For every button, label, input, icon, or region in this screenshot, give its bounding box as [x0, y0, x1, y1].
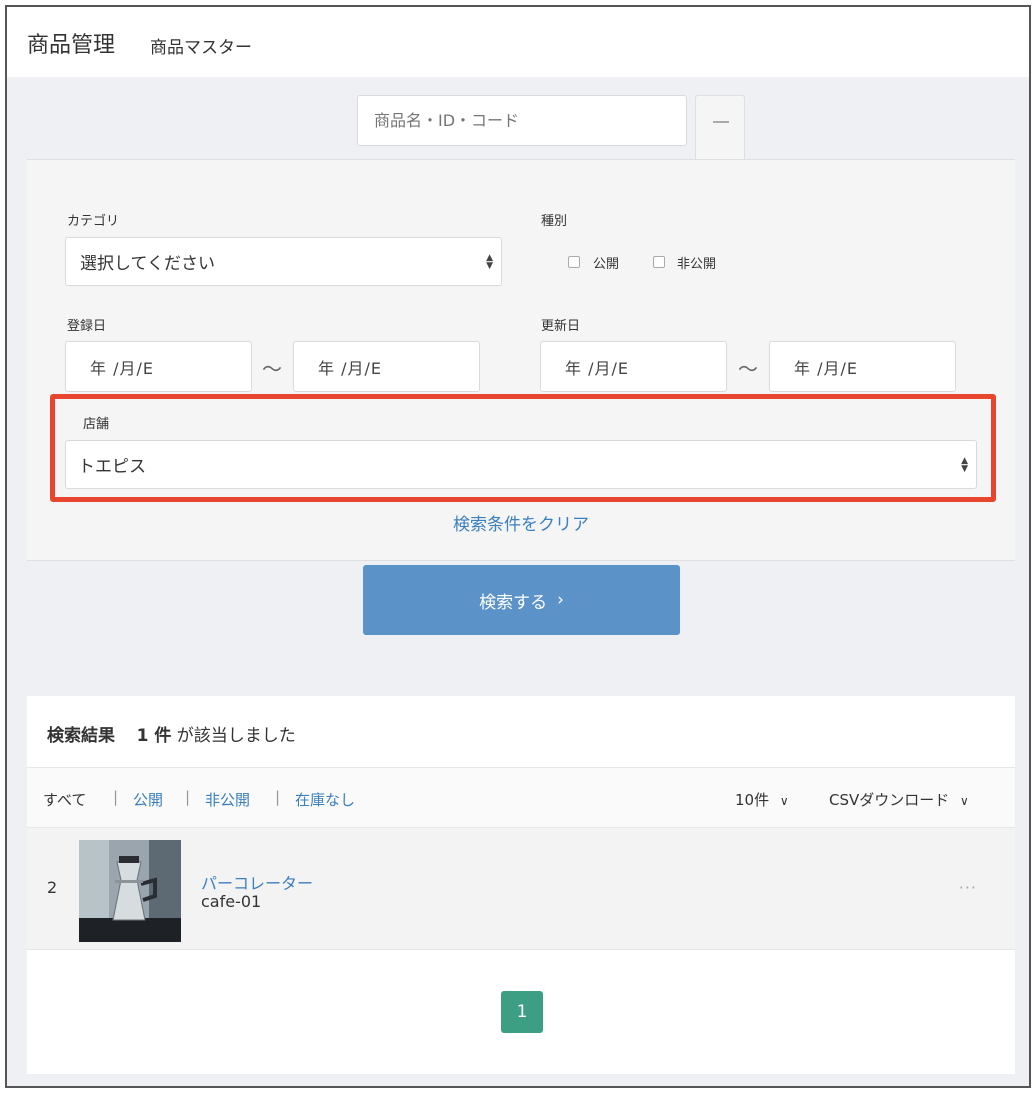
store-select[interactable]: トエピス ▲ ▼ [65, 440, 977, 489]
page-subtitle: 商品マスター [150, 38, 252, 58]
public-checkbox-label: 公開 [593, 257, 620, 272]
registered-date-label: 登録日 [67, 319, 107, 334]
minus-icon [713, 121, 729, 123]
chevron-down-icon: ∨ [779, 794, 789, 808]
clear-filters-link[interactable]: 検索条件をクリア [27, 510, 1015, 535]
category-label: カテゴリ [67, 214, 120, 229]
category-select-value: 選択してください [80, 254, 215, 274]
search-button-label: 検索する [479, 592, 548, 613]
private-checkbox-label: 非公開 [677, 257, 717, 272]
updated-date-label: 更新日 [541, 319, 581, 334]
registered-to-date[interactable]: 年 /月/E [293, 341, 480, 392]
percolator-image [79, 840, 181, 942]
page-header: 商品管理 商品マスター [7, 7, 1029, 77]
filter-all[interactable]: すべて [43, 789, 86, 810]
updated-range-separator: 〜 [738, 357, 758, 381]
registered-range-separator: 〜 [262, 357, 282, 381]
keyword-search-input[interactable] [357, 95, 687, 146]
updated-from-date[interactable]: 年 /月/E [540, 341, 727, 392]
results-filter-bar: すべて | 公開 | 非公開 | 在庫なし 10件 ∨ CSVダウンロード ∨ [27, 768, 1015, 828]
filter-separator: | [185, 788, 191, 806]
product-name-link[interactable]: パーコレーター [201, 870, 313, 894]
csv-download-label: CSVダウンロード [829, 791, 950, 809]
search-button[interactable]: 検索する › [363, 565, 680, 635]
per-page-value: 10件 [735, 791, 770, 809]
filter-private[interactable]: 非公開 [205, 789, 250, 810]
store-select-value: トエピス [78, 457, 146, 477]
collapse-filters-tab[interactable] [695, 95, 745, 160]
more-options-icon[interactable]: ··· [959, 878, 977, 897]
product-thumbnail[interactable] [79, 840, 181, 942]
per-page-dropdown[interactable]: 10件 ∨ [735, 789, 789, 810]
category-select[interactable]: 選択してください ▲ ▼ [65, 237, 502, 286]
product-code: cafe-01 [201, 892, 262, 911]
filter-separator: | [275, 788, 281, 806]
filter-public[interactable]: 公開 [133, 789, 163, 810]
csv-download-dropdown[interactable]: CSVダウンロード ∨ [829, 789, 969, 810]
results-count: 1 件 [136, 726, 172, 746]
type-label: 種別 [541, 214, 568, 229]
table-row[interactable]: 2 パーコレーター cafe-01 ··· [27, 828, 1015, 950]
filter-out-of-stock[interactable]: 在庫なし [295, 789, 355, 810]
registered-from-date[interactable]: 年 /月/E [65, 341, 252, 392]
public-checkbox[interactable] [568, 256, 580, 268]
results-header: 検索結果 1 件 が該当しました [27, 696, 1015, 768]
page-title: 商品管理 [27, 33, 116, 58]
filter-separator: | [113, 788, 119, 806]
chevron-down-icon: ∨ [960, 794, 969, 808]
results-suffix: が該当しました [176, 726, 296, 746]
updated-to-date[interactable]: 年 /月/E [769, 341, 956, 392]
pagination-page-button[interactable]: 1 [501, 991, 543, 1033]
select-arrows-icon: ▲ ▼ [961, 455, 968, 474]
row-number: 2 [47, 878, 58, 897]
select-arrows-icon: ▲ ▼ [486, 252, 493, 271]
private-checkbox[interactable] [653, 256, 665, 268]
chevron-right-icon: › [557, 590, 564, 610]
search-filter-panel: カテゴリ 選択してください ▲ ▼ 種別 公開 非公開 登録日 年 /月/E 〜 … [27, 159, 1015, 561]
results-panel: 検索結果 1 件 が該当しました すべて | 公開 | 非公開 | 在庫なし 1… [27, 696, 1015, 1074]
results-heading: 検索結果 [47, 726, 115, 746]
app-frame: 商品管理 商品マスター カテゴリ 選択してください ▲▼ 種別 公開 非公開 登… [5, 5, 1031, 1088]
store-label: 店舗 [83, 417, 110, 432]
